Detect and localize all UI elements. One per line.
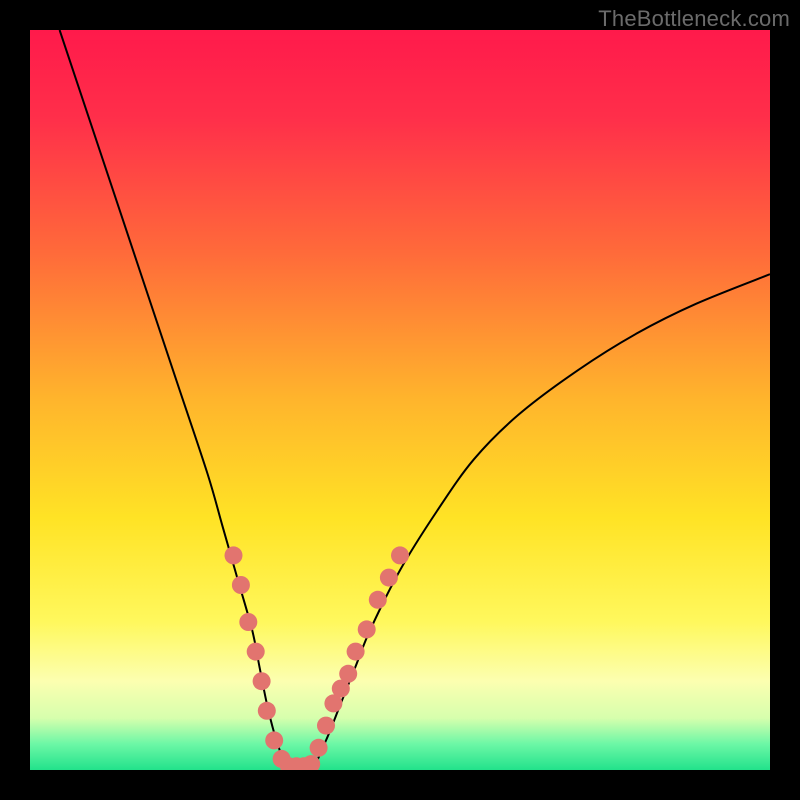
highlight-dot xyxy=(347,643,365,661)
bottleneck-curve xyxy=(30,30,770,770)
highlight-dot xyxy=(369,591,387,609)
highlight-dot xyxy=(391,546,409,564)
highlight-dot xyxy=(310,739,328,757)
highlight-dot xyxy=(317,717,335,735)
watermark-text: TheBottleneck.com xyxy=(598,6,790,32)
chart-frame: TheBottleneck.com xyxy=(0,0,800,800)
plot-area xyxy=(30,30,770,770)
highlight-dot xyxy=(225,546,243,564)
highlight-dot xyxy=(258,702,276,720)
highlight-dot xyxy=(247,643,265,661)
highlight-dot xyxy=(253,672,271,690)
highlight-dot xyxy=(358,620,376,638)
highlight-dot xyxy=(239,613,257,631)
highlight-dot xyxy=(380,569,398,587)
highlight-dot xyxy=(232,576,250,594)
highlight-dot xyxy=(339,665,357,683)
highlight-dot xyxy=(265,731,283,749)
